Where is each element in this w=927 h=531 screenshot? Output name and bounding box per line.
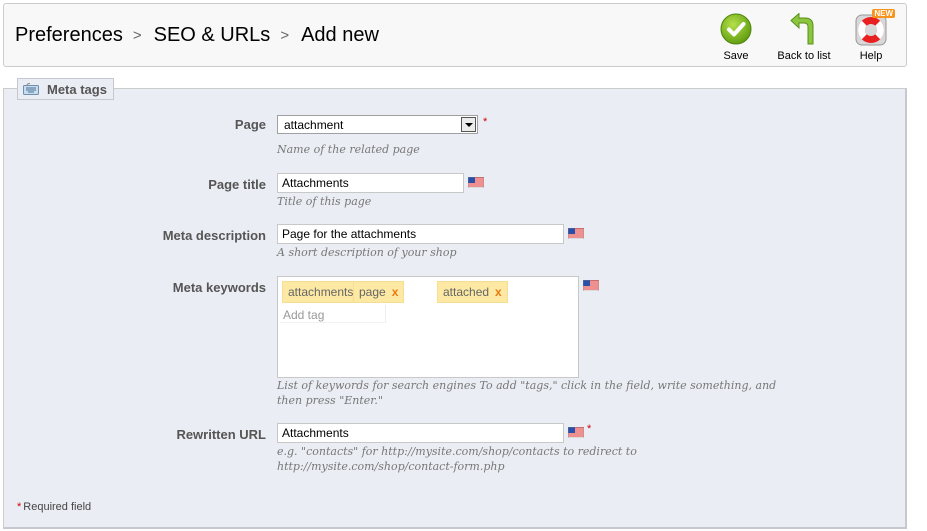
- keyboard-icon: [23, 83, 39, 95]
- rewritten-url-hint: e.g. "contacts" for http://mysite.com/sh…: [277, 444, 637, 474]
- tag-text: page: [359, 285, 386, 299]
- required-field-note: * Required field: [17, 501, 91, 513]
- hint-line: List of keywords for search engines To a…: [277, 379, 777, 392]
- us-flag-icon[interactable]: [583, 280, 599, 291]
- breadcrumb-item-seo-urls[interactable]: SEO & URLs: [154, 24, 271, 47]
- required-marker: *: [17, 501, 22, 513]
- breadcrumb-item-preferences[interactable]: Preferences: [15, 24, 123, 47]
- remove-tag-icon[interactable]: x: [392, 285, 399, 299]
- page-title-label: Page title: [208, 177, 266, 192]
- rewritten-url-label: Rewritten URL: [176, 427, 266, 442]
- breadcrumb-separator-icon: >: [280, 27, 290, 44]
- chevron-down-icon[interactable]: [461, 117, 476, 132]
- us-flag-icon[interactable]: [568, 228, 584, 239]
- required-field-text: Required field: [23, 501, 92, 513]
- checkmark-icon: [720, 13, 752, 45]
- meta-keywords-tag-input[interactable]: attachments x page x attached x Add tag: [277, 276, 579, 378]
- save-label: Save: [723, 50, 749, 62]
- meta-description-input[interactable]: Page for the attachments: [277, 224, 564, 244]
- back-to-list-button[interactable]: Back to list: [772, 12, 836, 62]
- remove-tag-icon[interactable]: x: [495, 285, 502, 299]
- meta-keywords-hint: List of keywords for search engines To a…: [277, 378, 776, 408]
- us-flag-icon[interactable]: [468, 177, 484, 188]
- hint-line: http://mysite.com/shop/contact-form.php: [277, 460, 505, 473]
- meta-tags-legend: Meta tags: [17, 78, 114, 100]
- page-label: Page: [234, 117, 266, 132]
- page-select[interactable]: attachment: [277, 115, 478, 134]
- meta-keywords-label: Meta keywords: [172, 280, 266, 295]
- page-title-hint: Title of this page: [277, 195, 372, 208]
- page-title-input[interactable]: Attachments: [277, 173, 464, 193]
- required-marker: *: [483, 116, 488, 128]
- rewritten-url-input[interactable]: Attachments: [277, 423, 564, 443]
- help-button[interactable]: NEW Help: [849, 9, 895, 62]
- new-badge: NEW: [872, 9, 895, 18]
- back-arrow-icon: [790, 13, 814, 45]
- tag-text: attached: [443, 285, 490, 299]
- meta-description-hint: A short description of your shop: [277, 246, 457, 259]
- tag-attached: attached x: [437, 281, 508, 303]
- required-marker: *: [587, 423, 592, 435]
- page-select-value: attachment: [284, 118, 344, 132]
- back-to-list-label: Back to list: [777, 50, 831, 62]
- hint-line: e.g. "contacts" for http://mysite.com/sh…: [277, 445, 637, 458]
- page-hint: Name of the related page: [277, 143, 420, 156]
- breadcrumb: Preferences > SEO & URLs > Add new: [15, 24, 379, 47]
- breadcrumb-item-add-new: Add new: [301, 24, 379, 46]
- legend-title: Meta tags: [47, 81, 107, 97]
- tag-page: page x: [353, 281, 405, 303]
- hint-line: then press "Enter.": [277, 394, 383, 407]
- tag-text: attachments: [288, 285, 354, 299]
- us-flag-icon[interactable]: [568, 427, 584, 438]
- page-toolbar: Preferences > SEO & URLs > Add new Save …: [3, 3, 907, 67]
- add-tag-input[interactable]: Add tag: [280, 305, 386, 323]
- meta-description-label: Meta description: [162, 228, 266, 243]
- help-label: Help: [859, 50, 883, 62]
- breadcrumb-separator-icon: >: [132, 27, 142, 44]
- save-button[interactable]: Save: [714, 12, 758, 62]
